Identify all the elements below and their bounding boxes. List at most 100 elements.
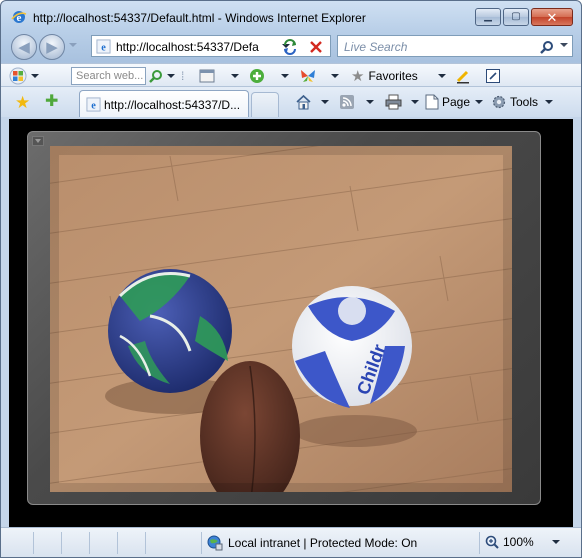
- status-separator: [89, 532, 90, 554]
- address-url[interactable]: http://localhost:54337/Defa: [116, 40, 266, 54]
- minimize-icon: ▁: [484, 11, 492, 22]
- maximize-button[interactable]: ▢: [503, 8, 529, 26]
- tab-row: ★ ✚ e http://localhost:54337/D... Page T…: [1, 87, 581, 117]
- add-icon: [250, 69, 264, 83]
- home-icon: [296, 94, 311, 110]
- edit-button[interactable]: [485, 67, 501, 85]
- print-button[interactable]: [385, 93, 419, 111]
- forward-button[interactable]: ▶: [39, 34, 65, 60]
- new-tab-button[interactable]: [251, 92, 279, 117]
- minimize-button[interactable]: ▁: [475, 8, 501, 26]
- chevron-down-icon: [167, 74, 175, 78]
- svg-text:e: e: [91, 100, 96, 111]
- ie-page-icon: e: [96, 39, 111, 54]
- toolbar-dropdown-1[interactable]: [231, 67, 239, 85]
- toolbar-dropdown-2[interactable]: [281, 67, 289, 85]
- status-separator: [145, 532, 146, 554]
- home-button[interactable]: [295, 93, 329, 111]
- live-search-box[interactable]: Live Search: [337, 35, 573, 57]
- butterfly-icon: [301, 70, 315, 82]
- toolbar-dropdown-3[interactable]: [331, 67, 339, 85]
- toolbar-search-button[interactable]: [149, 67, 175, 85]
- favorites-center-button[interactable]: ★: [15, 94, 30, 111]
- favorites-star-icon: ★: [15, 93, 31, 112]
- video-frame[interactable]: Childr: [50, 146, 512, 492]
- back-icon: ◀: [18, 38, 30, 56]
- chevron-down-icon: [35, 139, 41, 143]
- live-search-button[interactable]: [538, 38, 556, 56]
- stop-button[interactable]: [305, 36, 327, 58]
- toolbar-search-input[interactable]: Search web...: [71, 67, 146, 85]
- chevron-down-icon: [475, 100, 484, 104]
- refresh-icon: [284, 39, 296, 55]
- chevron-down-icon: [321, 100, 329, 104]
- page-menu-label: Page: [442, 95, 471, 109]
- links-toolbar: Search web... ⁞ ★ Favorites: [1, 63, 581, 87]
- toolbar-grip: ⁞: [181, 69, 185, 83]
- page-menu-button[interactable]: Page: [425, 93, 484, 111]
- highlighter-icon: [456, 70, 469, 84]
- ie-page-icon: e: [86, 97, 101, 112]
- security-zone-text: Local intranet | Protected Mode: On: [228, 536, 418, 550]
- add-favorite-icon: ✚: [45, 93, 59, 110]
- tab-default-html[interactable]: e http://localhost:54337/D...: [79, 90, 249, 117]
- zoom-control[interactable]: 100%: [485, 535, 560, 549]
- feeds-icon: [340, 95, 354, 109]
- zoom-level: 100%: [503, 535, 534, 549]
- tools-menu-label: Tools: [510, 95, 539, 109]
- ie-icon: e: [11, 11, 27, 24]
- status-separator: [201, 532, 202, 554]
- status-bar: Local intranet | Protected Mode: On 100%: [1, 527, 581, 557]
- zoom-icon: [485, 535, 499, 549]
- browser-window: e http://localhost:54337/Default.html - …: [0, 0, 582, 558]
- recent-pages-dropdown[interactable]: [69, 43, 77, 47]
- windows-live-button[interactable]: [9, 67, 39, 85]
- chevron-down-icon: [545, 100, 554, 104]
- chevron-down-icon: [31, 74, 39, 78]
- status-separator: [479, 532, 480, 554]
- stop-icon: [310, 41, 322, 53]
- favorites-button[interactable]: ★ Favorites: [351, 67, 446, 85]
- print-icon: [385, 94, 402, 110]
- globe-icon: [207, 535, 223, 551]
- favorites-star-icon: ★: [351, 68, 365, 85]
- svg-text:e: e: [101, 42, 106, 53]
- edit-icon: [486, 69, 500, 83]
- search-icon: [540, 41, 553, 54]
- title-bar: e http://localhost:54337/Default.html - …: [1, 1, 581, 31]
- forward-icon: ▶: [46, 38, 58, 56]
- chevron-down-icon: [411, 100, 419, 104]
- window-title: http://localhost:54337/Default.html - Wi…: [33, 11, 366, 25]
- back-button[interactable]: ◀: [11, 34, 37, 60]
- security-zone[interactable]: Local intranet | Protected Mode: On: [207, 535, 417, 551]
- highlight-button[interactable]: [455, 67, 471, 85]
- chevron-down-icon: [231, 74, 239, 78]
- tools-menu-button[interactable]: Tools: [491, 93, 554, 111]
- close-icon: ✕: [546, 9, 558, 25]
- toolbar-search-placeholder: Search web...: [76, 70, 144, 82]
- status-separator: [117, 532, 118, 554]
- search-icon: [149, 70, 162, 83]
- feeds-button[interactable]: [339, 93, 374, 111]
- search-options-dropdown[interactable]: [560, 43, 568, 47]
- media-player[interactable]: Childr: [27, 131, 541, 505]
- chevron-down-icon: [551, 540, 560, 544]
- chevron-down-icon: [437, 74, 446, 78]
- page-content: Childr: [9, 119, 573, 527]
- add-on-button[interactable]: [249, 67, 265, 85]
- status-separator: [61, 532, 62, 554]
- page-icon: [425, 94, 439, 110]
- tab-label: http://localhost:54337/D...: [104, 98, 241, 112]
- favorites-label: Favorites: [368, 69, 418, 83]
- window-icon: [199, 69, 215, 83]
- chevron-down-icon: [281, 74, 289, 78]
- live-search-placeholder: Live Search: [344, 40, 408, 54]
- windows-logo-icon: [9, 67, 27, 85]
- player-menu-button[interactable]: [32, 136, 44, 146]
- chevron-down-icon: [331, 74, 339, 78]
- toolbar-button-window[interactable]: [199, 67, 215, 85]
- messenger-button[interactable]: [299, 67, 317, 85]
- add-to-favorites-button[interactable]: ✚: [45, 94, 58, 110]
- close-button[interactable]: ✕: [531, 8, 573, 26]
- refresh-button[interactable]: [279, 36, 301, 58]
